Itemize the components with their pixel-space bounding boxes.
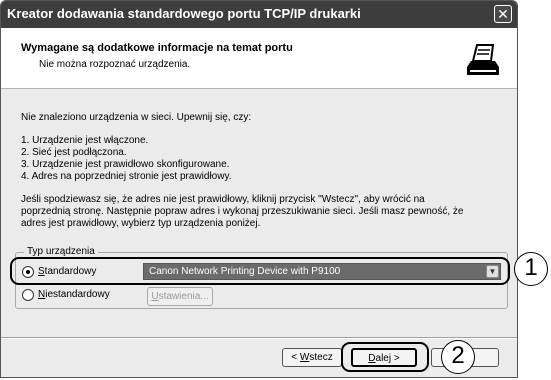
header-title: Wymagane są dodatkowe informacje na tema… (21, 42, 293, 54)
checklist-item-2: 2. Sieć jest podłączona. (21, 147, 127, 158)
footer-separator (1, 337, 517, 339)
custom-radio-label[interactable]: Niestandardowy (38, 289, 110, 300)
device-type-legend: Typ urządzenia (24, 246, 98, 257)
explanation-line-1: Jeśli spodziewasz się, że adres nie jest… (21, 194, 425, 205)
wizard-window: Kreator dodawania standardowego portu TC… (0, 0, 518, 378)
printer-icon (463, 39, 503, 79)
intro-text: Nie znaleziono urządzenia w sieci. Upewn… (21, 112, 252, 123)
window-title: Kreator dodawania standardowego portu TC… (7, 6, 361, 21)
callout-1-highlight (10, 257, 510, 285)
title-bar: Kreator dodawania standardowego portu TC… (1, 1, 517, 28)
close-button[interactable]: ✕ (494, 5, 512, 23)
checklist-item-3: 3. Urządzenie jest prawidłowo skonfiguro… (21, 159, 230, 170)
header-subtitle: Nie można rozpoznać urządzenia. (39, 59, 191, 70)
settings-button[interactable]: Ustawienia... (147, 287, 213, 306)
wizard-header: Wymagane są dodatkowe informacje na tema… (1, 28, 517, 89)
explanation-line-2: poprzednią stronę. Następnie popraw adre… (21, 206, 464, 217)
callout-1-badge: 1 (514, 252, 548, 286)
custom-radio[interactable] (22, 289, 34, 301)
back-button[interactable]: < Wstecz (282, 348, 342, 367)
checklist-item-4: 4. Adres na poprzedniej stronie jest pra… (21, 171, 232, 182)
explanation-line-3: adres jest prawidłowy, wybierz typ urząd… (21, 218, 261, 229)
callout-2-badge: 2 (441, 340, 475, 374)
callout-2-highlight (341, 342, 429, 372)
checklist-item-1: 1. Urządzenie jest włączone. (21, 135, 149, 146)
